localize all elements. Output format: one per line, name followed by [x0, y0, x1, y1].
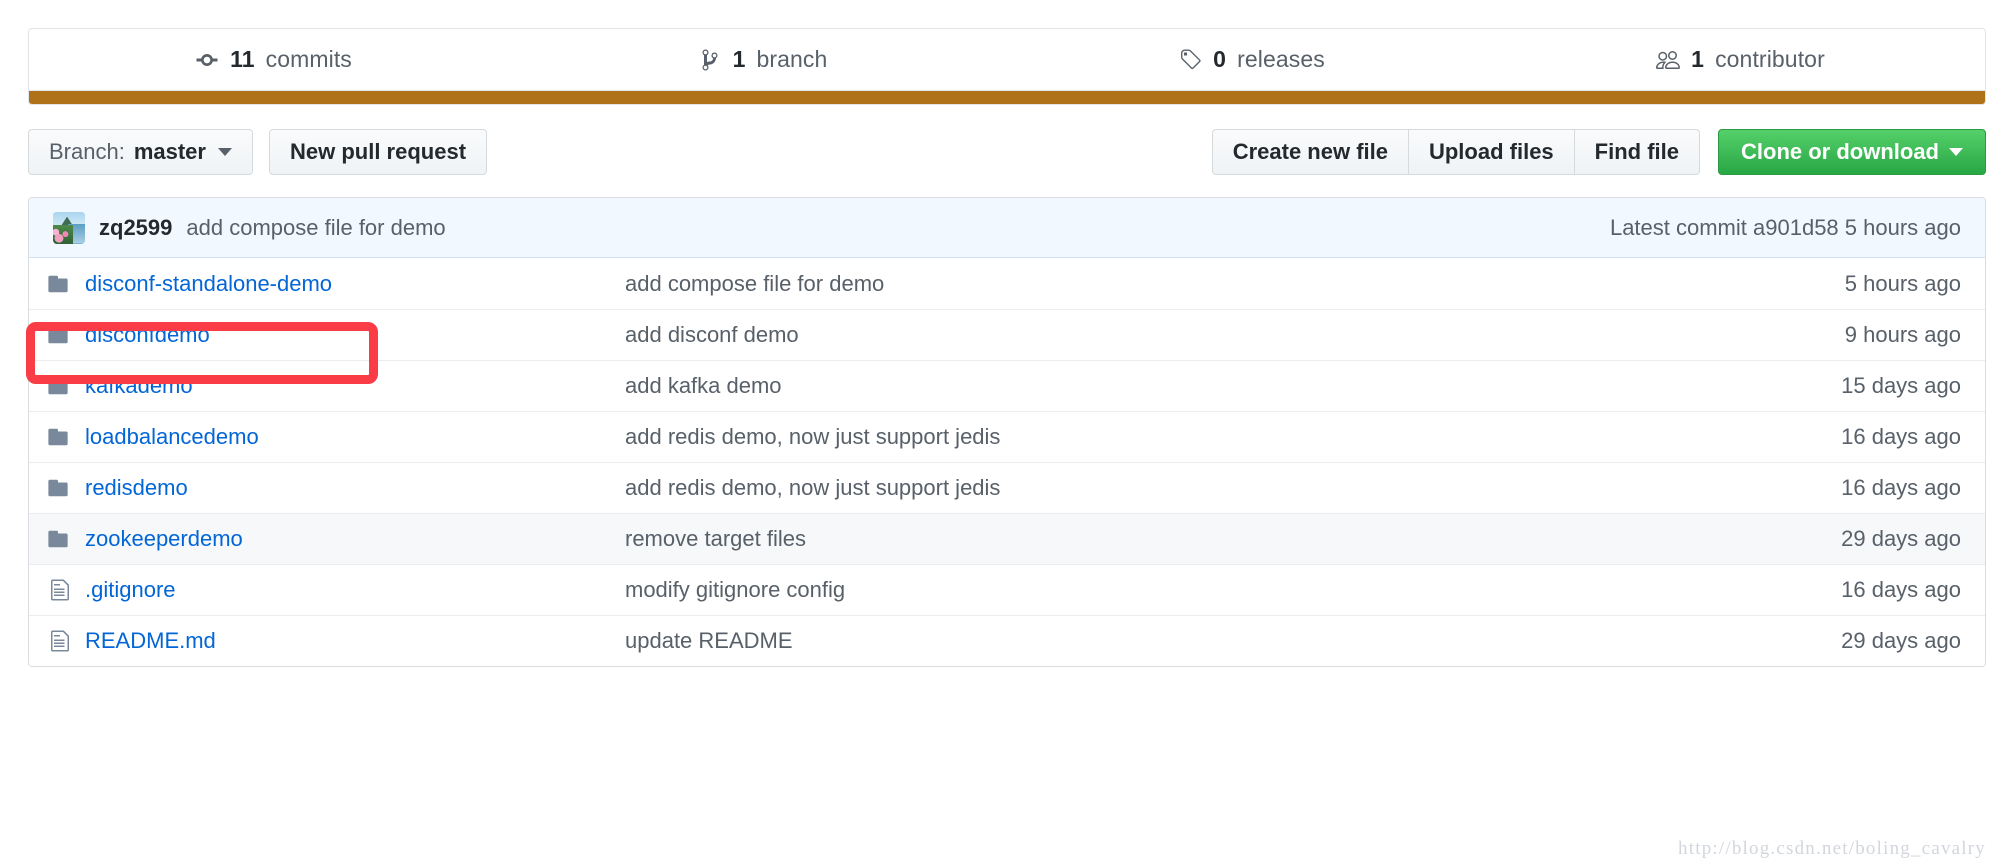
commit-icon — [195, 48, 219, 72]
stat-releases-count: 0 — [1213, 46, 1226, 73]
file-commit-message[interactable]: add disconf demo — [625, 322, 1735, 348]
create-new-file-button[interactable]: Create new file — [1212, 129, 1409, 175]
people-icon — [1656, 48, 1680, 72]
table-row: loadbalancedemoadd redis demo, now just … — [29, 411, 1985, 462]
table-row: disconfdemoadd disconf demo9 hours ago — [29, 309, 1985, 360]
toolbar-right-group: Create new file Upload files Find file C… — [1212, 129, 1986, 175]
tag-icon — [1178, 48, 1202, 72]
table-row: README.mdupdate README29 days ago — [29, 615, 1985, 666]
latest-commit-bar: zq2599 add compose file for demo Latest … — [29, 198, 1985, 258]
file-icon — [29, 629, 85, 653]
branch-selector-button[interactable]: Branch: master — [28, 129, 253, 175]
latest-commit-age: 5 hours ago — [1845, 215, 1961, 240]
upload-files-button[interactable]: Upload files — [1409, 129, 1575, 175]
file-commit-age: 9 hours ago — [1735, 322, 1985, 348]
file-commit-message[interactable]: add compose file for demo — [625, 271, 1735, 297]
file-name-link[interactable]: README.md — [85, 628, 625, 654]
file-commit-message[interactable]: add kafka demo — [625, 373, 1735, 399]
folder-icon — [29, 426, 85, 448]
file-name-link[interactable]: loadbalancedemo — [85, 424, 625, 450]
language-segment-java[interactable] — [29, 91, 1985, 104]
file-commit-age: 5 hours ago — [1735, 271, 1985, 297]
stat-commits-label: commits — [266, 46, 352, 73]
file-name-link[interactable]: disconfdemo — [85, 322, 625, 348]
file-rows-container: disconf-standalone-demoadd compose file … — [29, 258, 1985, 666]
table-row: .gitignoremodify gitignore config16 days… — [29, 564, 1985, 615]
file-commit-message[interactable]: add redis demo, now just support jedis — [625, 424, 1735, 450]
branch-prefix-label: Branch: — [49, 139, 125, 165]
folder-icon — [29, 273, 85, 295]
clone-or-download-button[interactable]: Clone or download — [1718, 129, 1986, 175]
file-commit-age: 15 days ago — [1735, 373, 1985, 399]
folder-icon — [29, 375, 85, 397]
stat-releases-label: releases — [1237, 46, 1325, 73]
table-row: kafkademoadd kafka demo15 days ago — [29, 360, 1985, 411]
chevron-down-icon — [218, 148, 232, 156]
file-commit-age: 29 days ago — [1735, 628, 1985, 654]
stat-contributors[interactable]: 1 contributor — [1496, 29, 1985, 90]
stat-commits-count: 11 — [230, 46, 255, 73]
file-commit-age: 16 days ago — [1735, 577, 1985, 603]
stat-branches[interactable]: 1 branch — [518, 29, 1007, 90]
file-actions-group: Create new file Upload files Find file — [1212, 129, 1700, 175]
folder-icon — [29, 528, 85, 550]
folder-icon — [29, 324, 85, 346]
latest-commit-label: Latest commit — [1610, 215, 1747, 240]
clone-or-download-label: Clone or download — [1741, 139, 1939, 165]
toolbar-left-group: Branch: master New pull request — [28, 129, 487, 175]
repository-files-page: 11 commits 1 branch 0 releases — [0, 0, 2014, 866]
file-name-link[interactable]: kafkademo — [85, 373, 625, 399]
watermark-text: http://blog.csdn.net/boling_cavalry — [1678, 838, 1986, 860]
file-commit-message[interactable]: modify gitignore config — [625, 577, 1735, 603]
stat-contributors-label: contributor — [1715, 46, 1825, 73]
commit-message[interactable]: add compose file for demo — [186, 215, 445, 241]
find-file-button[interactable]: Find file — [1575, 129, 1700, 175]
file-name-link[interactable]: redisdemo — [85, 475, 625, 501]
latest-commit-meta: Latest commit a901d58 5 hours ago — [1610, 215, 1961, 241]
stat-branches-label: branch — [756, 46, 827, 73]
latest-commit-info: zq2599 add compose file for demo — [53, 212, 446, 244]
stat-branches-count: 1 — [733, 46, 746, 73]
file-name-link[interactable]: zookeeperdemo — [85, 526, 625, 552]
file-name-link[interactable]: .gitignore — [85, 577, 625, 603]
repo-toolbar: Branch: master New pull request Create n… — [28, 129, 1986, 175]
commit-sha-link[interactable]: a901d58 — [1753, 215, 1839, 240]
repo-stats-bar: 11 commits 1 branch 0 releases — [28, 28, 1986, 91]
folder-icon — [29, 477, 85, 499]
file-listing-box: zq2599 add compose file for demo Latest … — [28, 197, 1986, 667]
file-commit-age: 29 days ago — [1735, 526, 1985, 552]
file-icon — [29, 578, 85, 602]
table-row: redisdemoadd redis demo, now just suppor… — [29, 462, 1985, 513]
new-pull-request-button[interactable]: New pull request — [269, 129, 487, 175]
avatar[interactable] — [53, 212, 85, 244]
stat-contributors-count: 1 — [1691, 46, 1704, 73]
file-commit-age: 16 days ago — [1735, 424, 1985, 450]
file-commit-message[interactable]: add redis demo, now just support jedis — [625, 475, 1735, 501]
stat-releases[interactable]: 0 releases — [1007, 29, 1496, 90]
stat-commits[interactable]: 11 commits — [29, 29, 518, 90]
table-row: zookeeperdemoremove target files29 days … — [29, 513, 1985, 564]
file-commit-message[interactable]: update README — [625, 628, 1735, 654]
branch-icon — [698, 48, 722, 72]
commit-author-link[interactable]: zq2599 — [99, 215, 172, 241]
table-row: disconf-standalone-demoadd compose file … — [29, 258, 1985, 309]
file-commit-message[interactable]: remove target files — [625, 526, 1735, 552]
chevron-down-icon — [1949, 148, 1963, 156]
file-name-link[interactable]: disconf-standalone-demo — [85, 271, 625, 297]
branch-current-name: master — [134, 139, 206, 165]
language-bar — [28, 91, 1986, 105]
file-commit-age: 16 days ago — [1735, 475, 1985, 501]
